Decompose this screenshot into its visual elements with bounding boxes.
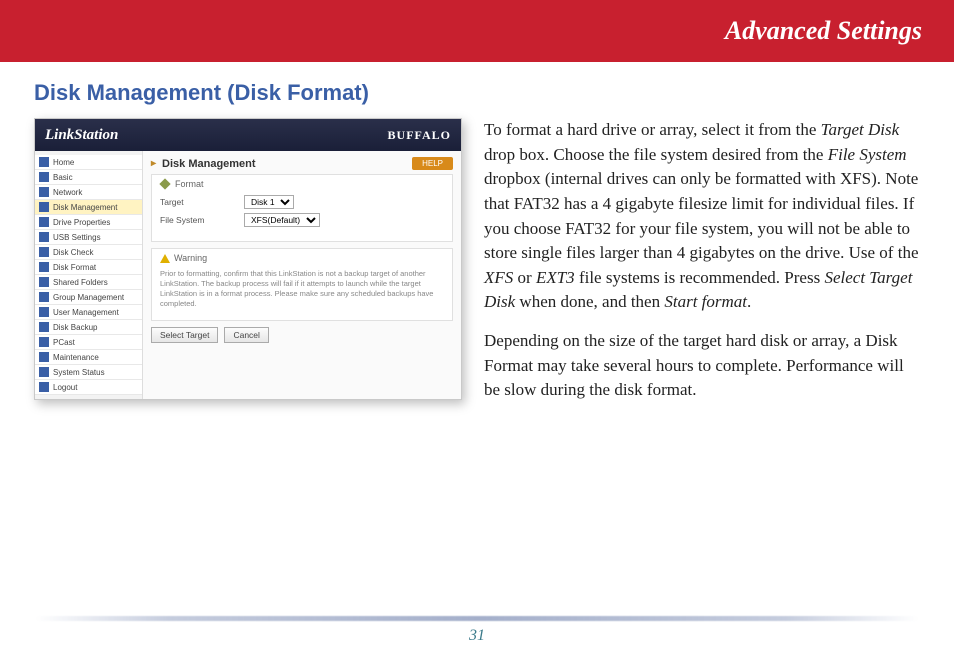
nav-icon (39, 232, 49, 242)
filesystem-label: File System (160, 215, 230, 225)
p1-seg-e: file systems is recommended. Press (575, 268, 825, 287)
sidebar-item-maintenance[interactable]: Maintenance (35, 350, 142, 365)
button-row: Select Target Cancel (151, 327, 453, 343)
screenshot-header: LinkStation BUFFALO (35, 119, 461, 151)
sidebar-item-disk-backup[interactable]: Disk Backup (35, 320, 142, 335)
sidebar-item-user-management[interactable]: User Management (35, 305, 142, 320)
p1-seg-f: when done, and then (515, 292, 664, 311)
nav-icon (39, 382, 49, 392)
two-column-layout: LinkStation BUFFALO Home Basic Network D… (34, 118, 920, 417)
nav-icon (39, 157, 49, 167)
page-footer: 31 (0, 616, 954, 645)
nav-icon (39, 277, 49, 287)
sidebar-item-label: System Status (53, 368, 105, 377)
sidebar-item-shared-folders[interactable]: Shared Folders (35, 275, 142, 290)
sidebar-item-home[interactable]: Home (35, 155, 142, 170)
sidebar-item-label: PCast (53, 338, 75, 347)
screenshot-main-pane: Disk Management HELP Format Target Disk … (143, 151, 461, 399)
sidebar-item-basic[interactable]: Basic (35, 170, 142, 185)
p1-seg-c: dropbox (internal drives can only be for… (484, 169, 919, 262)
screenshot-body: Home Basic Network Disk Management Drive… (35, 151, 461, 399)
embedded-screenshot: LinkStation BUFFALO Home Basic Network D… (34, 118, 462, 400)
paragraph-1: To format a hard drive or array, select … (484, 118, 920, 315)
sidebar-item-label: Network (53, 188, 82, 197)
brand-secondary: BUFFALO (388, 128, 451, 143)
nav-icon (39, 262, 49, 272)
target-row: Target Disk 1 (160, 195, 444, 209)
sidebar-item-label: Disk Check (53, 248, 93, 257)
warning-legend: Warning (160, 253, 444, 263)
sidebar-item-label: Maintenance (53, 353, 99, 362)
p1-seg-a: To format a hard drive or array, select … (484, 120, 821, 139)
nav-icon (39, 202, 49, 212)
p1-seg-b: drop box. Choose the file system desired… (484, 145, 828, 164)
page-content: Disk Management (Disk Format) LinkStatio… (0, 62, 954, 417)
nav-icon (39, 172, 49, 182)
sidebar-item-disk-management[interactable]: Disk Management (35, 200, 142, 215)
pane-title-row: Disk Management HELP (151, 157, 453, 170)
sidebar-item-usb-settings[interactable]: USB Settings (35, 230, 142, 245)
p1-italic-2: File System (828, 145, 907, 164)
p1-italic-6: Start format (664, 292, 747, 311)
body-text-column: To format a hard drive or array, select … (484, 118, 920, 417)
nav-icon (39, 352, 49, 362)
format-legend: Format (160, 179, 444, 189)
nav-icon (39, 187, 49, 197)
section-title: Disk Management (Disk Format) (34, 80, 920, 106)
nav-icon (39, 322, 49, 332)
nav-icon (39, 337, 49, 347)
select-target-button[interactable]: Select Target (151, 327, 218, 343)
sidebar-item-label: Disk Backup (53, 323, 97, 332)
sidebar-item-pcast[interactable]: PCast (35, 335, 142, 350)
banner-title: Advanced Settings (725, 16, 922, 46)
page-banner: Advanced Settings (0, 0, 954, 62)
sidebar-item-label: Logout (53, 383, 77, 392)
sidebar-item-logout[interactable]: Logout (35, 380, 142, 395)
help-button[interactable]: HELP (412, 157, 453, 170)
sidebar-item-disk-check[interactable]: Disk Check (35, 245, 142, 260)
sidebar-item-label: Group Management (53, 293, 124, 302)
screenshot-column: LinkStation BUFFALO Home Basic Network D… (34, 118, 462, 417)
p1-seg-d: or (513, 268, 536, 287)
nav-icon (39, 367, 49, 377)
sidebar-item-label: Disk Format (53, 263, 96, 272)
cancel-button[interactable]: Cancel (224, 327, 268, 343)
sidebar-item-system-status[interactable]: System Status (35, 365, 142, 380)
screenshot-sidebar: Home Basic Network Disk Management Drive… (35, 151, 143, 399)
sidebar-item-drive-properties[interactable]: Drive Properties (35, 215, 142, 230)
format-fieldset: Format Target Disk 1 File System XFS (151, 174, 453, 242)
sidebar-item-label: User Management (53, 308, 119, 317)
p1-italic-3: XFS (484, 268, 513, 287)
p1-seg-g: . (747, 292, 751, 311)
filesystem-row: File System XFS(Default) (160, 213, 444, 227)
sidebar-item-label: USB Settings (53, 233, 101, 242)
p1-italic-1: Target Disk (821, 120, 900, 139)
nav-icon (39, 292, 49, 302)
pane-title: Disk Management (151, 158, 256, 170)
sidebar-item-label: Shared Folders (53, 278, 108, 287)
sidebar-item-group-management[interactable]: Group Management (35, 290, 142, 305)
target-select[interactable]: Disk 1 (244, 195, 294, 209)
p1-italic-4: EXT3 (536, 268, 575, 287)
nav-icon (39, 247, 49, 257)
warning-fieldset: Warning Prior to formatting, confirm tha… (151, 248, 453, 321)
target-label: Target (160, 197, 230, 207)
nav-icon (39, 217, 49, 227)
footer-rule (36, 616, 918, 621)
page-number: 31 (0, 627, 954, 645)
brand-logo: LinkStation (45, 127, 118, 144)
sidebar-item-disk-format[interactable]: Disk Format (35, 260, 142, 275)
sidebar-item-label: Drive Properties (53, 218, 110, 227)
warning-text: Prior to formatting, confirm that this L… (160, 269, 444, 310)
nav-icon (39, 307, 49, 317)
paragraph-2: Depending on the size of the target hard… (484, 329, 920, 403)
sidebar-item-label: Home (53, 158, 74, 167)
filesystem-select[interactable]: XFS(Default) (244, 213, 320, 227)
sidebar-item-label: Basic (53, 173, 73, 182)
sidebar-item-label: Disk Management (53, 203, 117, 212)
sidebar-item-network[interactable]: Network (35, 185, 142, 200)
